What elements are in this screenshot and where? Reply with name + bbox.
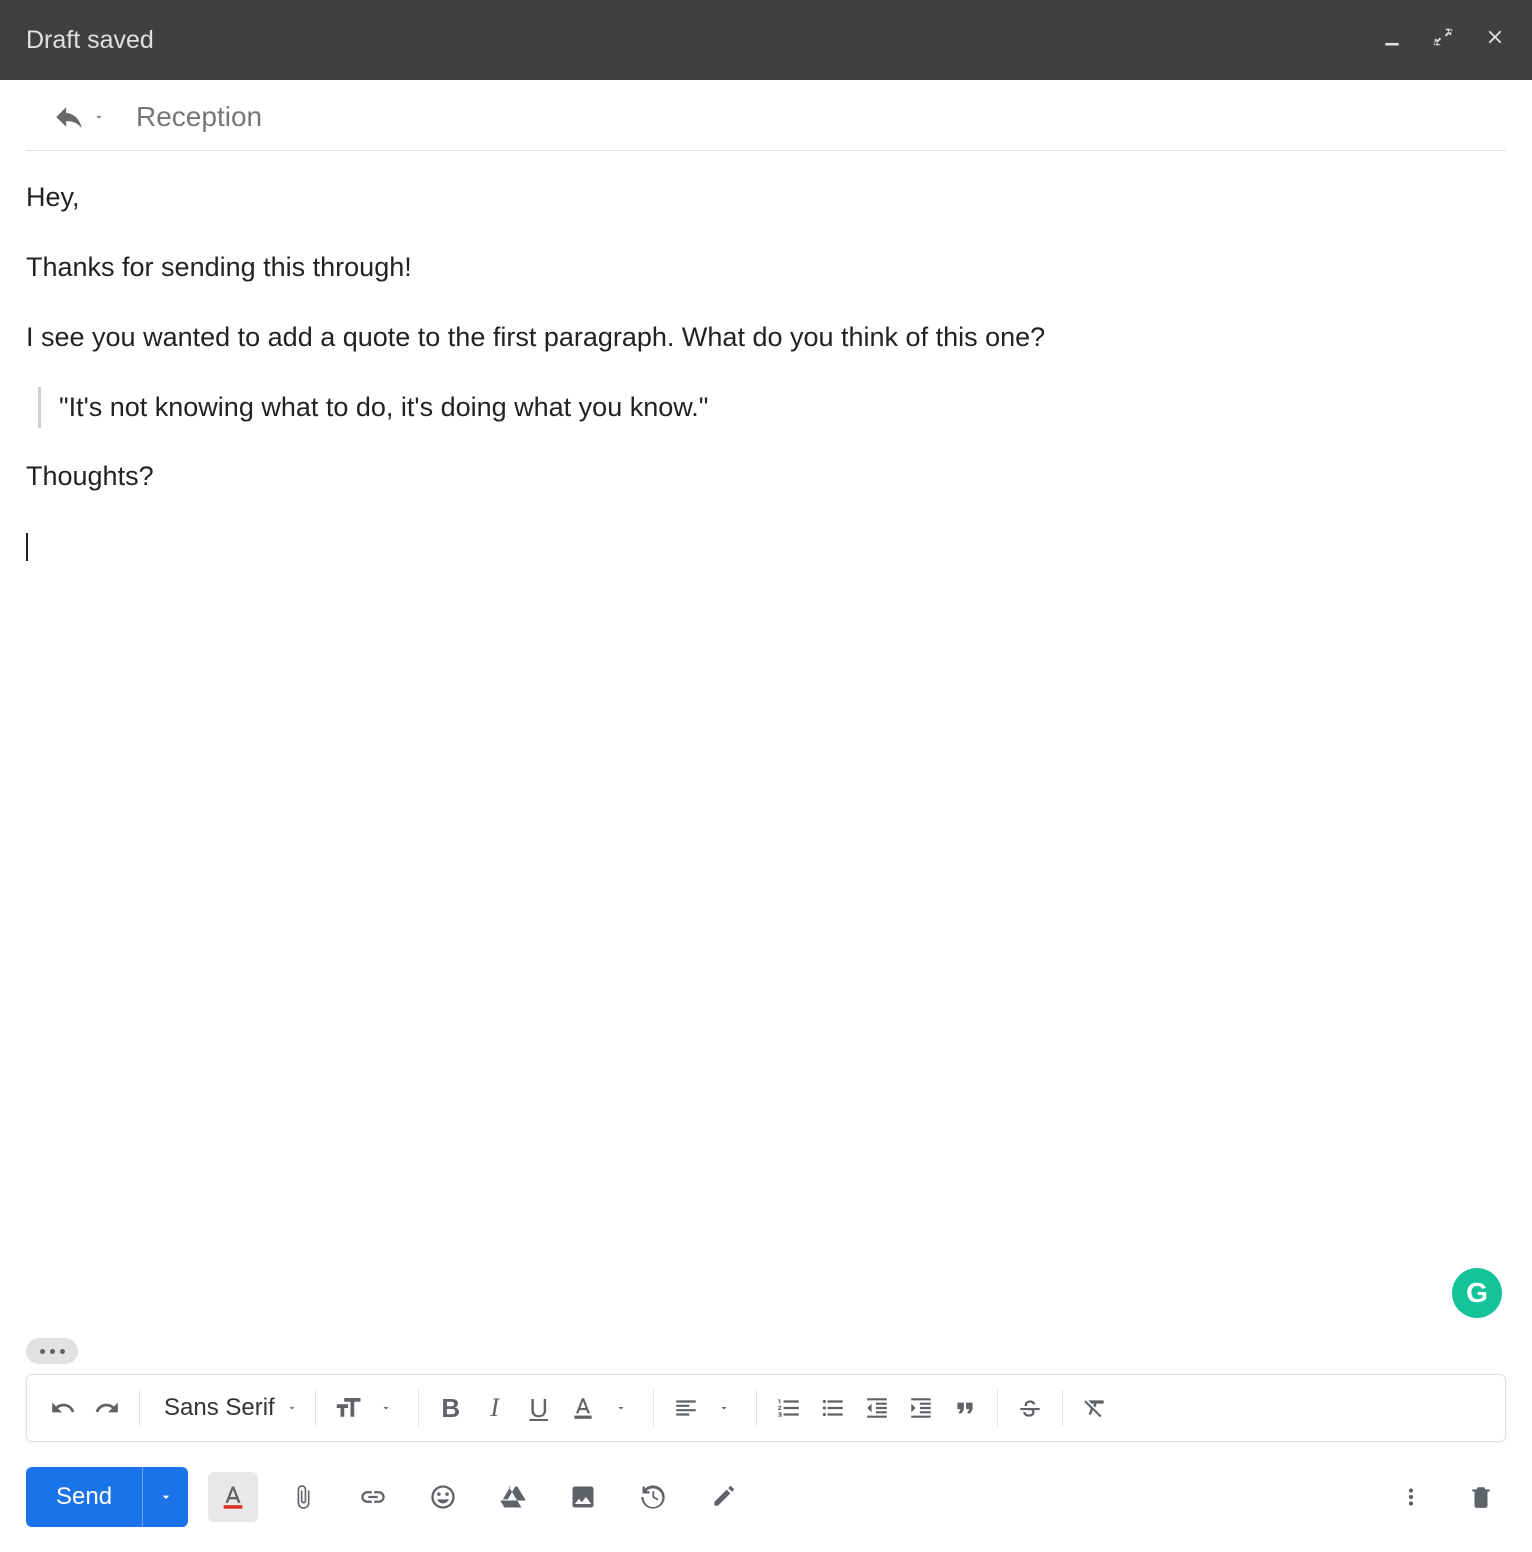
reply-arrow-icon [52,100,86,134]
send-options-dropdown[interactable] [142,1467,188,1527]
quote-icon [952,1395,978,1421]
compose-titlebar: Draft saved [0,0,1532,80]
lock-clock-icon [639,1483,667,1511]
send-label: Send [56,1483,112,1511]
message-body[interactable]: Hey, Thanks for sending this through! I … [0,151,1532,1338]
dot-icon [50,1349,55,1354]
text-color-icon [570,1395,596,1421]
image-icon [569,1483,597,1511]
ordered-list-icon [776,1395,802,1421]
underline-button[interactable]: U [517,1386,561,1430]
outdent-button[interactable] [855,1386,899,1430]
formatting-options-toggle[interactable] [208,1472,258,1522]
more-options-button[interactable] [1386,1472,1436,1522]
body-paragraph: Thoughts? [26,456,1506,498]
text-format-icon [219,1483,247,1511]
bottom-action-bar: Send [0,1442,1532,1552]
caret-down-icon [380,1402,392,1414]
body-paragraph: Hey, [26,177,1506,219]
emoji-icon [429,1483,457,1511]
body-quote: "It's not knowing what to do, it's doing… [38,387,1506,429]
window-controls [1382,26,1506,55]
send-button[interactable]: Send [26,1467,142,1527]
body-paragraph: I see you wanted to add a quote to the f… [26,317,1506,359]
trash-icon [1468,1484,1494,1510]
separator [997,1390,998,1426]
popout-button[interactable] [1432,26,1454,55]
font-family-label: Sans Serif [164,1394,275,1422]
bulleted-list-button[interactable] [811,1386,855,1430]
confidential-mode-button[interactable] [628,1472,678,1522]
italic-button[interactable]: I [473,1386,517,1430]
body-paragraph: Thanks for sending this through! [26,247,1506,289]
caret-down-icon [285,1401,299,1415]
subject-row: Reception [26,80,1506,151]
font-size-caret[interactable] [364,1386,408,1430]
separator [418,1390,419,1426]
indent-button[interactable] [899,1386,943,1430]
close-button[interactable] [1484,26,1506,55]
bulleted-list-icon [820,1395,846,1421]
separator [315,1390,316,1426]
insert-signature-button[interactable] [698,1472,748,1522]
text-size-icon [333,1393,363,1423]
indent-decrease-icon [864,1395,890,1421]
numbered-list-button[interactable] [767,1386,811,1430]
reply-type-dropdown[interactable] [52,100,106,134]
separator [756,1390,757,1426]
minimize-button[interactable] [1382,26,1402,55]
align-left-icon [673,1395,699,1421]
strikethrough-button[interactable] [1008,1386,1052,1430]
attach-file-button[interactable] [278,1472,328,1522]
align-caret[interactable] [702,1386,746,1430]
caret-down-icon [158,1489,174,1505]
insert-drive-button[interactable] [488,1472,538,1522]
separator [1062,1390,1063,1426]
send-button-group: Send [26,1467,188,1527]
insert-link-button[interactable] [348,1472,398,1522]
drive-icon [499,1483,527,1511]
strikethrough-icon [1017,1395,1043,1421]
titlebar-title: Draft saved [26,26,1382,55]
indent-increase-icon [908,1395,934,1421]
quote-button[interactable] [943,1386,987,1430]
paperclip-icon [290,1484,316,1510]
remove-formatting-button[interactable] [1073,1386,1117,1430]
undo-button[interactable] [41,1386,85,1430]
show-trimmed-button[interactable] [26,1338,78,1364]
formatting-toolbar: Sans Serif B I U [26,1374,1506,1442]
link-icon [359,1483,387,1511]
subject-field[interactable]: Reception [136,101,262,133]
bold-button[interactable]: B [429,1386,473,1430]
separator [139,1390,140,1426]
dot-icon [40,1349,45,1354]
grammarly-g: G [1466,1271,1488,1314]
text-cursor [26,533,28,561]
redo-button[interactable] [85,1386,129,1430]
separator [653,1390,654,1426]
dot-icon [60,1349,65,1354]
insert-emoji-button[interactable] [418,1472,468,1522]
caret-down-icon [718,1402,730,1414]
discard-draft-button[interactable] [1456,1472,1506,1522]
pen-icon [710,1484,736,1510]
insert-photo-button[interactable] [558,1472,608,1522]
font-family-dropdown[interactable]: Sans Serif [150,1394,305,1422]
caret-down-icon [615,1402,627,1414]
more-vert-icon [1398,1484,1424,1510]
text-color-caret[interactable] [599,1386,643,1430]
clear-format-icon [1082,1395,1108,1421]
grammarly-badge[interactable]: G [1452,1268,1502,1318]
caret-down-icon [92,110,106,124]
